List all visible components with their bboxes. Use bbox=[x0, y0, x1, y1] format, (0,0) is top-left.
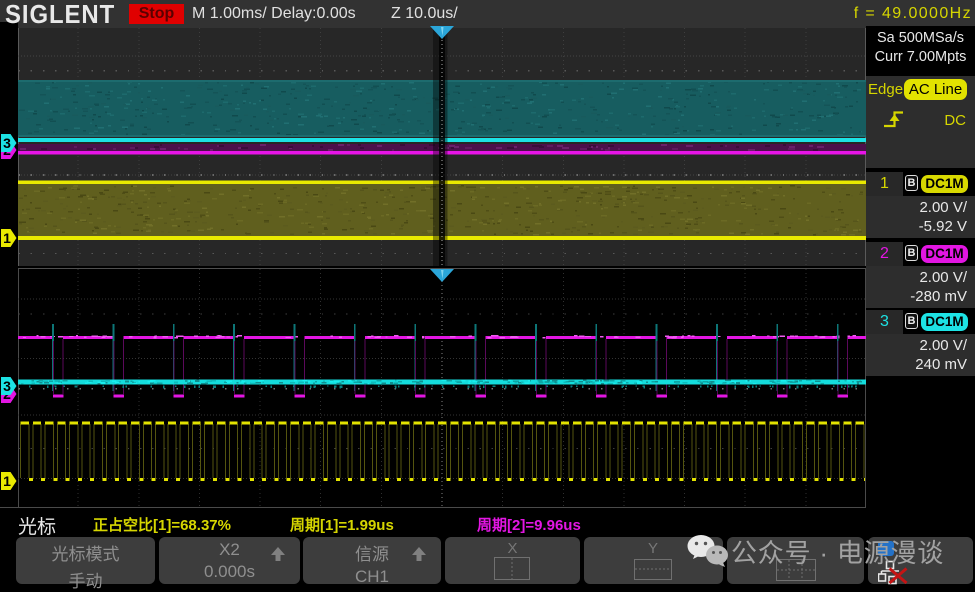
svg-text:1: 1 bbox=[3, 473, 11, 489]
svg-text:1: 1 bbox=[3, 230, 11, 246]
svg-text:3: 3 bbox=[3, 135, 11, 151]
svg-text:3: 3 bbox=[3, 378, 11, 394]
